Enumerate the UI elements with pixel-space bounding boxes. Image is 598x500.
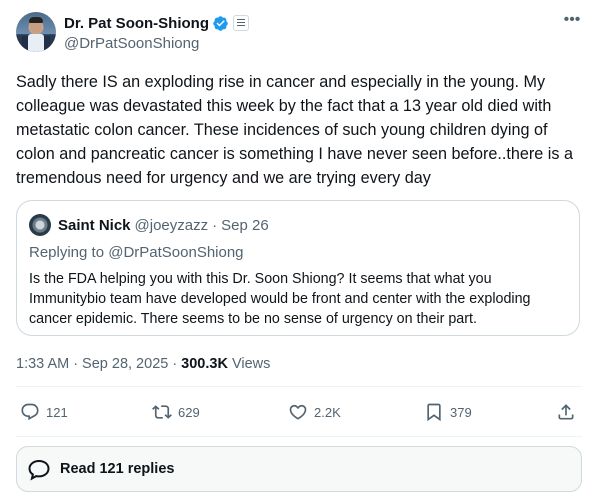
quoted-author-handle: @joeyzazz <box>134 217 209 234</box>
author-avatar[interactable] <box>16 12 56 52</box>
bookmark-icon <box>427 403 441 422</box>
tweet-meta: 1:33 AM · Sep 28, 2025 · 300.3K Views <box>16 356 270 372</box>
meta-separator: · <box>172 356 178 372</box>
repost-icon <box>152 405 172 419</box>
divider <box>16 436 582 437</box>
quoted-header: Saint Nick @joeyzazz · Sep 26 <box>58 217 269 234</box>
reply-count: 121 <box>46 404 68 420</box>
tweet-time[interactable]: 1:33 AM <box>16 356 69 372</box>
verified-badge-icon <box>213 15 228 31</box>
author-name-row: Dr. Pat Soon-Shiong <box>64 13 249 33</box>
chat-bubble-icon <box>28 459 50 481</box>
quoted-author-avatar <box>29 214 51 236</box>
views-label: Views <box>231 356 271 372</box>
bookmark-button[interactable]: 379 <box>424 402 472 422</box>
more-options-icon[interactable]: ••• <box>562 12 582 30</box>
read-replies-label: Read 121 replies <box>60 461 175 477</box>
tweet-date[interactable]: Sep 28, 2025 <box>82 356 168 372</box>
action-bar: 121 629 2.2K 379 <box>16 400 582 428</box>
divider <box>16 386 582 387</box>
repost-button[interactable]: 629 <box>152 402 200 422</box>
repost-count: 629 <box>178 404 200 420</box>
quoted-text: Is the FDA helping you with this Dr. Soo… <box>29 271 531 327</box>
meta-separator: · <box>73 356 79 372</box>
quoted-tweet[interactable]: Saint Nick @joeyzazz · Sep 26 Replying t… <box>16 200 580 336</box>
like-count: 2.2K <box>314 404 341 420</box>
like-button[interactable]: 2.2K <box>288 402 341 422</box>
share-icon <box>558 404 574 420</box>
heart-icon <box>289 404 307 420</box>
quoted-replying-to: Replying to @DrPatSoonShiong <box>29 244 244 261</box>
author-handle[interactable]: @DrPatSoonShiong <box>64 35 199 52</box>
share-button[interactable] <box>556 402 576 422</box>
quoted-author-name: Saint Nick <box>58 217 131 234</box>
reply-button[interactable]: 121 <box>20 402 68 422</box>
tweet-text: Sadly there IS an exploding rise in canc… <box>16 73 573 187</box>
affiliate-badge-icon[interactable] <box>233 15 249 31</box>
reply-icon <box>21 403 39 421</box>
views-count: 300.3K <box>181 356 228 372</box>
read-replies-button[interactable]: Read 121 replies <box>16 446 582 492</box>
bookmark-count: 379 <box>450 404 472 420</box>
quoted-separator: · <box>212 217 218 234</box>
quoted-date: Sep 26 <box>221 217 269 234</box>
author-name[interactable]: Dr. Pat Soon-Shiong <box>64 15 209 32</box>
tweet-header: Dr. Pat Soon-Shiong @DrPatSoonShiong ••• <box>16 12 582 56</box>
